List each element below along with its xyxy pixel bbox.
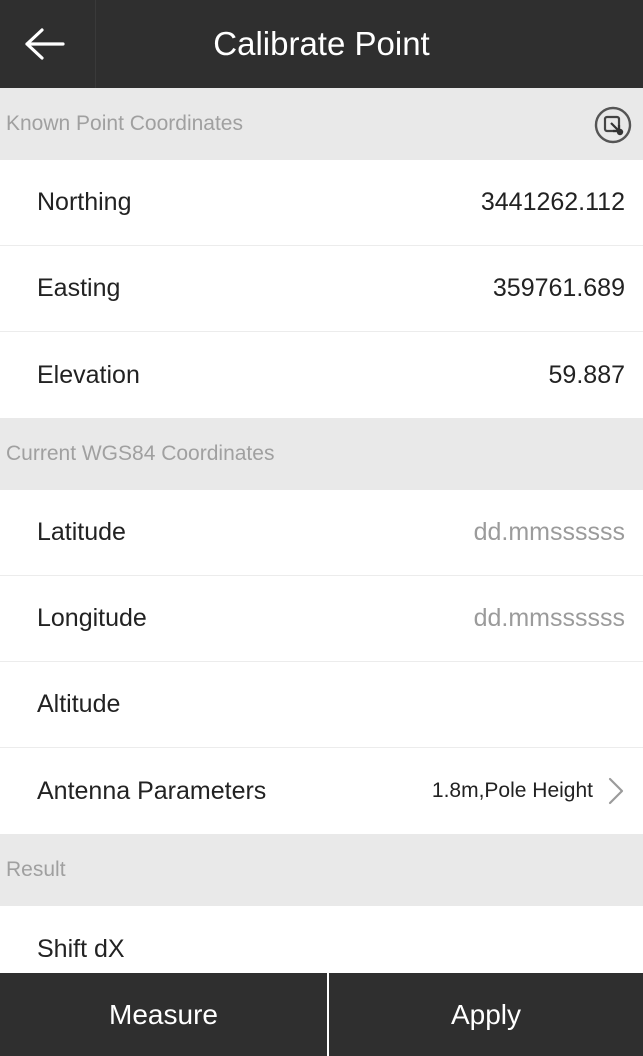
form-content: Known Point Coordinates Northing 3441262… xyxy=(0,88,643,973)
longitude-label: Longitude xyxy=(37,604,147,632)
latitude-label: Latitude xyxy=(37,518,126,546)
section-label-known: Known Point Coordinates xyxy=(6,112,243,135)
arrow-left-icon xyxy=(25,28,65,60)
section-label-result: Result xyxy=(6,858,66,881)
page-title: Calibrate Point xyxy=(213,25,430,62)
latitude-field[interactable]: Latitude dd.mmssssss xyxy=(0,490,643,576)
section-known-point: Known Point Coordinates xyxy=(0,88,643,160)
section-result: Result xyxy=(0,834,643,906)
elevation-field[interactable]: Elevation 59.887 xyxy=(0,332,643,418)
longitude-field[interactable]: Longitude dd.mmssssss xyxy=(0,576,643,662)
easting-label: Easting xyxy=(37,274,121,302)
import-point-icon xyxy=(594,106,632,144)
shift-dx-field: Shift dX xyxy=(0,906,643,973)
easting-field[interactable]: Easting 359761.689 xyxy=(0,246,643,332)
northing-value[interactable]: 3441262.112 xyxy=(481,188,625,217)
apply-button[interactable]: Apply xyxy=(329,973,643,1056)
bottom-action-bar: Measure Apply xyxy=(0,973,643,1056)
section-current-wgs84: Current WGS84 Coordinates xyxy=(0,418,643,490)
antenna-parameters-value: 1.8m,Pole Height xyxy=(431,779,593,802)
chevron-right-icon xyxy=(608,777,624,805)
back-button[interactable] xyxy=(0,0,96,88)
easting-value[interactable]: 359761.689 xyxy=(493,274,625,303)
northing-label: Northing xyxy=(37,188,132,216)
elevation-label: Elevation xyxy=(37,360,140,389)
section-label-current: Current WGS84 Coordinates xyxy=(6,442,275,465)
altitude-field[interactable]: Altitude xyxy=(0,662,643,748)
measure-button[interactable]: Measure xyxy=(0,973,329,1056)
elevation-value[interactable]: 59.887 xyxy=(549,361,625,390)
latitude-input[interactable]: dd.mmssssss xyxy=(474,518,625,547)
antenna-parameters-label: Antenna Parameters xyxy=(37,776,267,805)
app-header: Calibrate Point xyxy=(0,0,643,88)
shift-dx-label: Shift dX xyxy=(37,934,125,963)
antenna-parameters-value-wrap: 1.8m,Pole Height xyxy=(432,776,625,806)
altitude-label: Altitude xyxy=(37,690,121,718)
antenna-parameters-item[interactable]: Antenna Parameters 1.8m,Pole Height xyxy=(0,748,643,834)
import-point-button[interactable] xyxy=(593,105,633,145)
longitude-input[interactable]: dd.mmssssss xyxy=(474,604,625,633)
northing-field[interactable]: Northing 3441262.112 xyxy=(0,160,643,246)
